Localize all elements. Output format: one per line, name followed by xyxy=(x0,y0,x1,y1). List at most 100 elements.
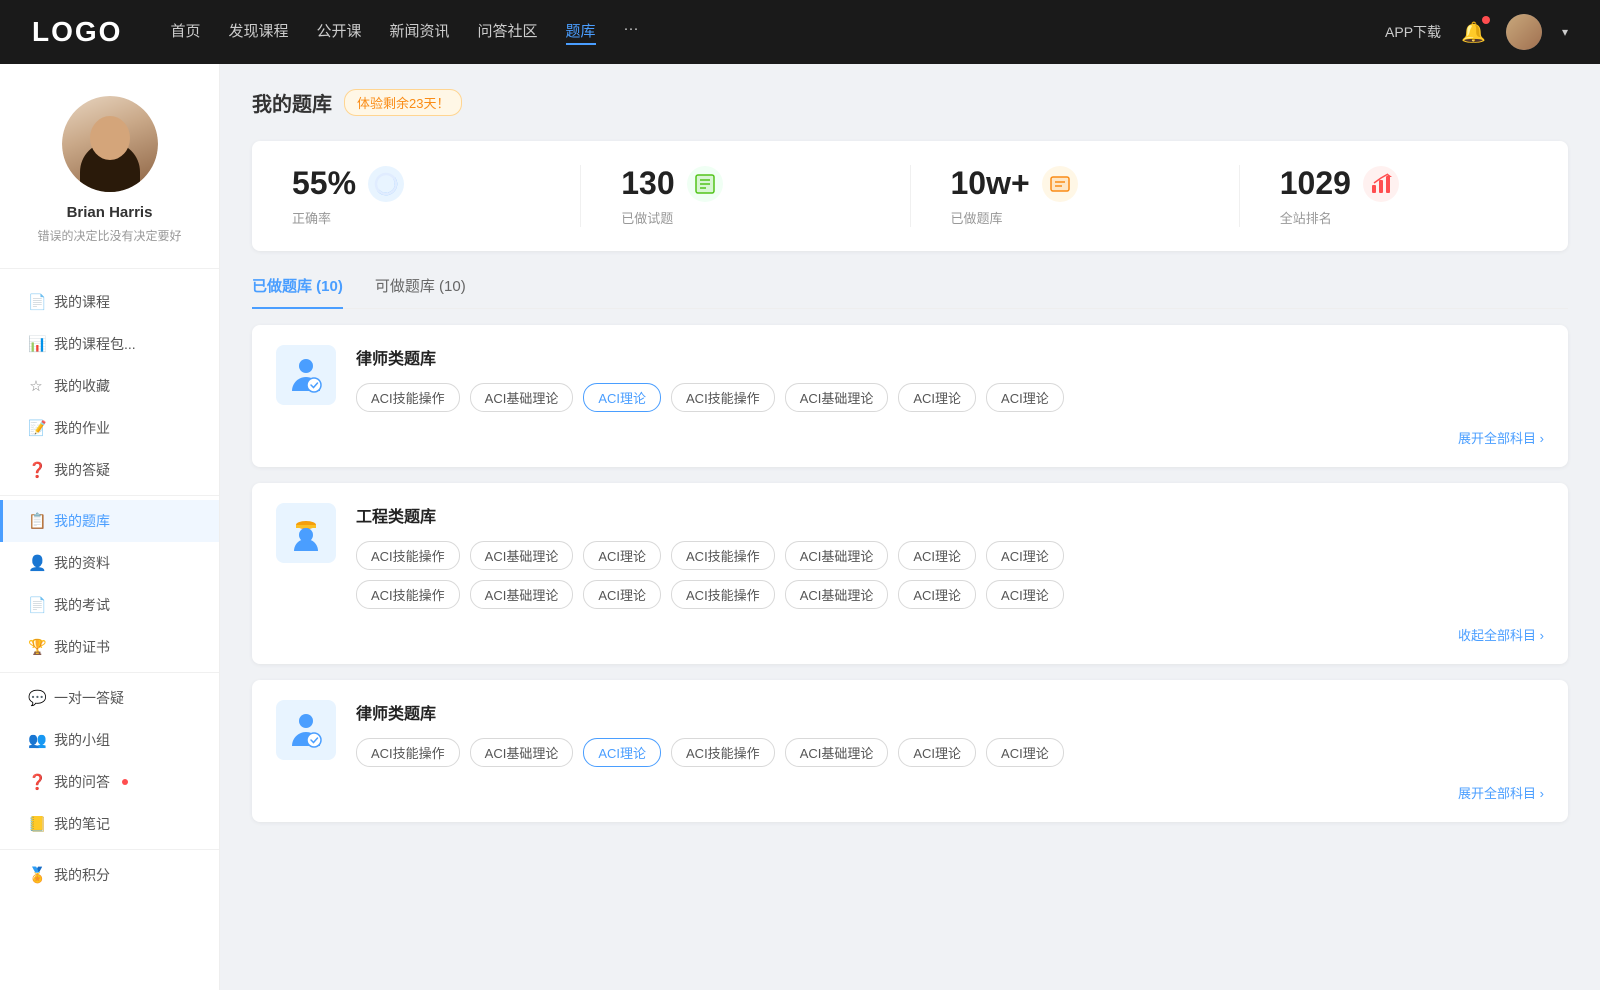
nav-avatar[interactable] xyxy=(1506,14,1542,50)
points-icon: 🏅 xyxy=(28,866,44,884)
qbank-icon-1 xyxy=(276,345,336,405)
nav-item-open-course[interactable]: 公开课 xyxy=(316,20,361,45)
qb3-expand-link[interactable]: 展开全部科目 › xyxy=(276,783,1544,802)
menu-questions[interactable]: ❓ 我的答疑 xyxy=(0,449,219,491)
menu-questions-label: 我的答疑 xyxy=(54,460,110,480)
nav-item-discover[interactable]: 发现课程 xyxy=(228,20,288,45)
menu-profile[interactable]: 👤 我的资料 xyxy=(0,542,219,584)
qb1-tag-5[interactable]: ACI理论 xyxy=(898,383,976,412)
tab-available[interactable]: 可做题库 (10) xyxy=(375,275,466,308)
stat-row-banks: 10w+ xyxy=(951,165,1078,202)
qbank-title-3: 律师类题库 xyxy=(356,700,1544,724)
qb1-tag-3[interactable]: ACI技能操作 xyxy=(671,383,775,412)
qbank-title-1: 律师类题库 xyxy=(356,345,1544,369)
bell-badge xyxy=(1482,16,1490,24)
sidebar-menu: 📄 我的课程 📊 我的课程包... ☆ 我的收藏 📝 我的作业 ❓ 我的答疑 � xyxy=(0,269,219,908)
menu-my-courses[interactable]: 📄 我的课程 xyxy=(0,281,219,323)
qb3-tag-1[interactable]: ACI基础理论 xyxy=(470,738,574,767)
nav-dropdown-arrow[interactable]: ▾ xyxy=(1562,25,1568,39)
qb2-tag-r1-0[interactable]: ACI技能操作 xyxy=(356,541,460,570)
menu-homework[interactable]: 📝 我的作业 xyxy=(0,407,219,449)
qb3-tag-6[interactable]: ACI理论 xyxy=(986,738,1064,767)
stat-banks-value: 10w+ xyxy=(951,165,1030,202)
qb2-tag-r2-0[interactable]: ACI技能操作 xyxy=(356,580,460,609)
nav-item-qa[interactable]: 问答社区 xyxy=(478,20,538,45)
menu-group[interactable]: 👥 我的小组 xyxy=(0,719,219,761)
menu-favorites[interactable]: ☆ 我的收藏 xyxy=(0,365,219,407)
qb2-tag-r1-3[interactable]: ACI技能操作 xyxy=(671,541,775,570)
accuracy-icon xyxy=(368,166,404,202)
profile-avatar xyxy=(62,96,158,192)
stat-accuracy: 55% 正确率 xyxy=(252,165,581,227)
menu-profile-label: 我的资料 xyxy=(54,553,110,573)
nav-item-home[interactable]: 首页 xyxy=(170,20,200,45)
qb1-tag-2[interactable]: ACI理论 xyxy=(583,383,661,412)
qb2-tag-r2-2[interactable]: ACI理论 xyxy=(583,580,661,609)
exam-icon: 📄 xyxy=(28,596,44,614)
menu-divider-1 xyxy=(0,495,219,496)
page-title: 我的题库 xyxy=(252,88,332,117)
menu-homework-label: 我的作业 xyxy=(54,418,110,438)
qb2-collapse-link[interactable]: 收起全部科目 › xyxy=(276,625,1544,644)
nav-app-download[interactable]: APP下载 xyxy=(1385,22,1441,42)
qb1-tag-0[interactable]: ACI技能操作 xyxy=(356,383,460,412)
nav-right: APP下载 🔔 ▾ xyxy=(1385,14,1568,50)
nav-item-qbank[interactable]: 题库 xyxy=(566,20,596,45)
qb2-tag-r1-4[interactable]: ACI基础理论 xyxy=(785,541,889,570)
qbank-icon: 📋 xyxy=(28,512,44,530)
qb3-tag-2[interactable]: ACI理论 xyxy=(583,738,661,767)
menu-tutoring-label: 一对一答疑 xyxy=(54,688,124,708)
qb2-tag-r2-5[interactable]: ACI理论 xyxy=(898,580,976,609)
profile-motto: 错误的决定比没有决定要好 xyxy=(37,227,181,244)
qb2-tag-r1-1[interactable]: ACI基础理论 xyxy=(470,541,574,570)
qb3-expand-label: 展开全部科目 › xyxy=(1458,783,1544,802)
tab-done[interactable]: 已做题库 (10) xyxy=(252,275,343,308)
qbank-card-1: 律师类题库 ACI技能操作 ACI基础理论 ACI理论 ACI技能操作 ACI基… xyxy=(252,325,1568,467)
menu-points[interactable]: 🏅 我的积分 xyxy=(0,854,219,896)
nav-item-more[interactable]: ··· xyxy=(624,20,639,45)
menu-exam-label: 我的考试 xyxy=(54,595,110,615)
menu-notes-label: 我的笔记 xyxy=(54,814,110,834)
tutoring-icon: 💬 xyxy=(28,689,44,707)
qb3-tag-0[interactable]: ACI技能操作 xyxy=(356,738,460,767)
nav-bell-icon[interactable]: 🔔 xyxy=(1461,20,1486,45)
qbank-tags-1: ACI技能操作 ACI基础理论 ACI理论 ACI技能操作 ACI基础理论 AC… xyxy=(356,383,1544,412)
stat-done-value: 130 xyxy=(621,165,674,202)
qb2-tag-r1-2[interactable]: ACI理论 xyxy=(583,541,661,570)
qb1-expand-link[interactable]: 展开全部科目 › xyxy=(276,428,1544,447)
menu-divider-3 xyxy=(0,849,219,850)
menu-tutoring[interactable]: 💬 一对一答疑 xyxy=(0,677,219,719)
profile-name: Brian Harris xyxy=(67,204,153,221)
menu-qbank[interactable]: 📋 我的题库 xyxy=(0,500,219,542)
qb2-tag-r2-4[interactable]: ACI基础理论 xyxy=(785,580,889,609)
qb1-tag-6[interactable]: ACI理论 xyxy=(986,383,1064,412)
banks-icon xyxy=(1042,166,1078,202)
qb3-tag-5[interactable]: ACI理论 xyxy=(898,738,976,767)
menu-course-package[interactable]: 📊 我的课程包... xyxy=(0,323,219,365)
navbar: LOGO 首页 发现课程 公开课 新闻资讯 问答社区 题库 ··· APP下载 … xyxy=(0,0,1600,64)
qbank-list: 律师类题库 ACI技能操作 ACI基础理论 ACI理论 ACI技能操作 ACI基… xyxy=(252,325,1568,822)
menu-notes[interactable]: 📒 我的笔记 xyxy=(0,803,219,845)
qb2-tag-r2-3[interactable]: ACI技能操作 xyxy=(671,580,775,609)
qb1-tag-4[interactable]: ACI基础理论 xyxy=(785,383,889,412)
tab-bar: 已做题库 (10) 可做题库 (10) xyxy=(252,275,1568,309)
rank-icon xyxy=(1363,166,1399,202)
qb3-tag-3[interactable]: ACI技能操作 xyxy=(671,738,775,767)
nav-item-news[interactable]: 新闻资讯 xyxy=(390,20,450,45)
my-qa-icon: ❓ xyxy=(28,773,44,791)
certificate-icon: 🏆 xyxy=(28,638,44,656)
avatar-image xyxy=(1506,14,1542,50)
menu-exam[interactable]: 📄 我的考试 xyxy=(0,584,219,626)
stat-rank-value: 1029 xyxy=(1280,165,1351,202)
qb1-tag-1[interactable]: ACI基础理论 xyxy=(470,383,574,412)
stat-row-accuracy: 55% xyxy=(292,165,404,202)
stat-rank: 1029 全站排名 xyxy=(1240,165,1568,227)
qb2-tag-r2-6[interactable]: ACI理论 xyxy=(986,580,1064,609)
menu-my-qa[interactable]: ❓ 我的问答 xyxy=(0,761,219,803)
stat-row-done: 130 xyxy=(621,165,722,202)
qb2-tag-r1-5[interactable]: ACI理论 xyxy=(898,541,976,570)
menu-certificate[interactable]: 🏆 我的证书 xyxy=(0,626,219,668)
qb3-tag-4[interactable]: ACI基础理论 xyxy=(785,738,889,767)
qb2-tag-r1-6[interactable]: ACI理论 xyxy=(986,541,1064,570)
qb2-tag-r2-1[interactable]: ACI基础理论 xyxy=(470,580,574,609)
